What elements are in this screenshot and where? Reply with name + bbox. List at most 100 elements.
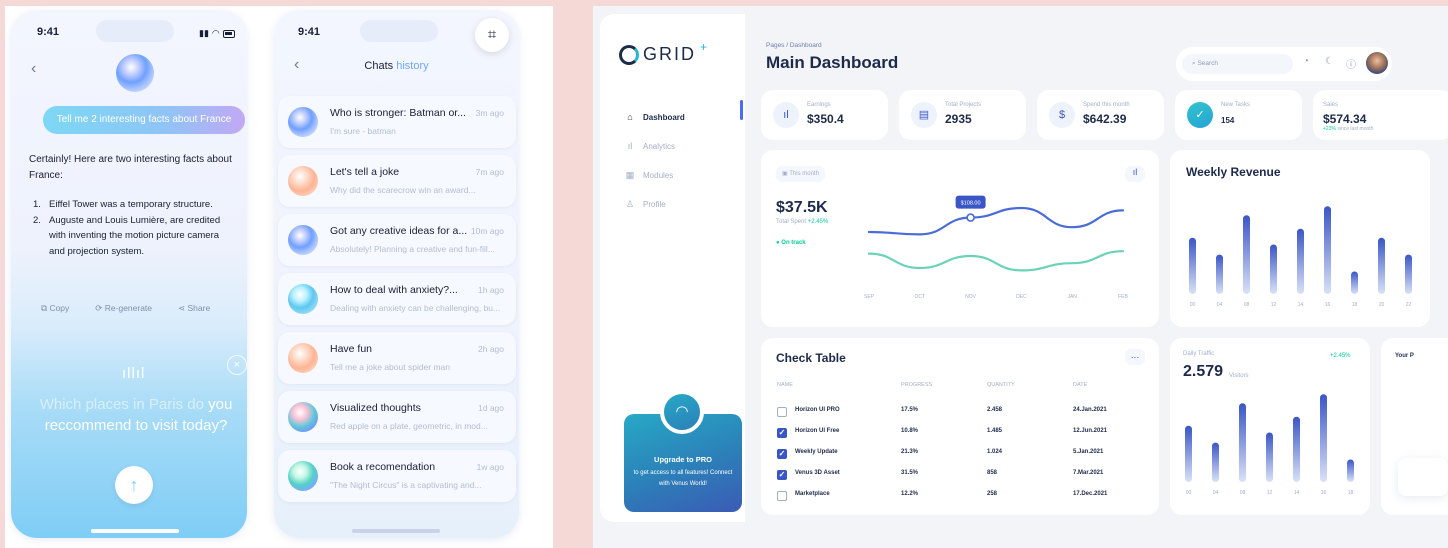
- chat-timestamp: 2h ago: [478, 344, 504, 354]
- bar: [1347, 459, 1354, 482]
- chats-history-phone: 9:41 ⌗ ‹ Chats history Who is stronger: …: [274, 10, 519, 538]
- total-spent-label: Total Spent +2.45%: [776, 219, 829, 225]
- row-checkbox[interactable]: [777, 407, 787, 417]
- chat-history-item[interactable]: Have fun Tell me a joke about spider man 2…: [278, 332, 516, 384]
- chat-orb-icon: [288, 284, 318, 314]
- share-button[interactable]: ⋖ Share: [178, 303, 210, 314]
- line-x-tick: FEB: [1118, 294, 1128, 300]
- chat-history-item[interactable]: Visualized thoughts Red apple on a plate,…: [278, 391, 516, 443]
- row-progress: 10.8%: [901, 428, 919, 434]
- row-checkbox[interactable]: ✓: [777, 449, 787, 459]
- bar: [1212, 442, 1219, 482]
- page-title: Main Dashboard: [766, 53, 899, 72]
- bar-x-tick: 16: [1325, 302, 1331, 308]
- bar: [1270, 244, 1277, 294]
- sidebar-item-modules[interactable]: ▦ Modules: [625, 170, 674, 181]
- back-arrow-icon[interactable]: ‹: [31, 60, 36, 78]
- copy-button[interactable]: ⧉ Copy: [41, 303, 69, 314]
- bar-x-tick: 18: [1348, 490, 1354, 496]
- user-icon: ♙: [625, 199, 635, 209]
- stat-card-projects: ▤ Total Projects 2935: [899, 90, 1026, 140]
- total-spent-value: $37.5K: [776, 199, 828, 216]
- home-indicator: [352, 529, 440, 533]
- chart-options-button[interactable]: ıl: [1125, 166, 1145, 182]
- bar-x-tick: 14: [1294, 490, 1300, 496]
- list-item: 1. Eiffel Tower was a temporary structure…: [33, 199, 213, 210]
- chat-history-item[interactable]: Book a recomendation "The Night Circus" i…: [278, 450, 516, 502]
- send-button[interactable]: ↑: [115, 466, 153, 504]
- weekly-revenue-chart: 00 04 08 12 14 16 18 20 22: [1189, 206, 1412, 308]
- sidebar-item-profile[interactable]: ♙ Profile: [625, 199, 666, 210]
- chat-title: Book a recomendation: [330, 461, 436, 473]
- info-icon[interactable]: ⓘ: [1346, 56, 1356, 71]
- chat-history-item[interactable]: Who is stronger: Batman or... I'm sure - …: [278, 96, 516, 148]
- chat-orb-icon: [288, 107, 318, 137]
- bar: [1405, 254, 1412, 294]
- document-icon: ▤: [911, 102, 937, 128]
- scan-button[interactable]: ⌗: [475, 18, 509, 52]
- bar: [1239, 403, 1246, 482]
- bar: [1216, 254, 1223, 294]
- search-input[interactable]: ⌕ Search: [1182, 54, 1293, 74]
- row-quantity: 1.024: [987, 449, 1003, 455]
- chat-title: Who is stronger: Batman or...: [330, 107, 466, 119]
- signal-icon: ▮▮: [199, 28, 209, 38]
- column-header-name: NAME: [777, 382, 793, 388]
- scan-icon: ⌗: [487, 26, 497, 43]
- sidebar-item-dashboard[interactable]: ⌂ Dashboard: [625, 112, 685, 122]
- upgrade-logo-icon: ◠: [660, 390, 704, 434]
- bar: [1324, 206, 1331, 294]
- check-table-title: Check Table: [776, 351, 846, 365]
- line-point-marker[interactable]: [966, 213, 975, 222]
- daily-traffic-title: Daily Traffic: [1183, 351, 1215, 357]
- moon-icon[interactable]: ☾: [1325, 56, 1334, 67]
- chat-history-item[interactable]: Let's tell a joke Why did the scarecrow w…: [278, 155, 516, 207]
- chat-timestamp: 1d ago: [478, 403, 504, 413]
- chat-timestamp: 7m ago: [475, 167, 504, 177]
- spending-line-chart: $108.00 SEP OCT NOV DEC JAN FEB: [864, 195, 1129, 300]
- regenerate-button[interactable]: ⟳ Re-generate: [95, 303, 152, 314]
- chat-history-item[interactable]: How to deal with anxiety?... Dealing with…: [278, 273, 516, 325]
- status-time: 9:41: [37, 26, 60, 38]
- row-name: Marketplace: [795, 491, 830, 497]
- assistant-reply-intro: Certainly! Here are two interesting fact…: [29, 154, 232, 181]
- column-header-progress: PROGRESS: [901, 382, 933, 388]
- close-icon[interactable]: ×: [227, 355, 247, 375]
- row-checkbox[interactable]: ✓: [777, 428, 787, 438]
- status-time: 9:41: [298, 26, 321, 38]
- chat-timestamp: 3m ago: [475, 108, 504, 118]
- chat-phone: 9:41 ▮▮ ◠ ‹ Tell me 2 interesting facts a…: [11, 10, 247, 538]
- bar-x-tick: 12: [1267, 490, 1273, 496]
- pie-chart-title: Your P: [1395, 353, 1414, 359]
- bar-x-tick: 08: [1244, 302, 1250, 308]
- avatar[interactable]: [1366, 52, 1388, 74]
- chat-history-item[interactable]: Got any creative ideas for a... Absolutel…: [278, 214, 516, 266]
- row-date: 17.Dec.2021: [1073, 491, 1108, 497]
- date-range-button[interactable]: ▣ This month: [776, 166, 825, 182]
- status-icons: ▮▮ ◠: [199, 28, 235, 39]
- dynamic-island: [96, 20, 174, 42]
- chat-preview: I'm sure - batman: [330, 126, 396, 136]
- row-date: 12.Jun.2021: [1073, 428, 1108, 434]
- chat-orb-icon: [288, 343, 318, 373]
- upgrade-subtitle: to get access to all features! Connect w…: [633, 470, 733, 487]
- row-checkbox[interactable]: ✓: [777, 470, 787, 480]
- share-icon: ⋖: [178, 303, 188, 313]
- row-progress: 17.5%: [901, 407, 919, 413]
- more-options-button[interactable]: …: [1125, 349, 1145, 365]
- pie-legend-box: [1398, 458, 1448, 496]
- bar-x-tick: 22: [1406, 302, 1412, 308]
- top-toolbar: ⌕ Search ◔ ☾ ⓘ: [1176, 47, 1392, 81]
- sidebar-item-analytics[interactable]: ıl Analytics: [625, 141, 675, 151]
- bar-x-tick: 20: [1379, 302, 1385, 308]
- chat-preview: Red apple on a plate, geometric, in mod.…: [330, 421, 488, 431]
- row-checkbox[interactable]: [777, 491, 787, 501]
- bell-icon[interactable]: ◔: [1303, 56, 1309, 67]
- bar: [1185, 425, 1192, 482]
- bar: [1297, 228, 1304, 294]
- active-nav-indicator: [740, 100, 743, 120]
- daily-traffic-chart: 00 04 08 12 14 16 18: [1185, 394, 1354, 496]
- upgrade-card[interactable]: ◠ Upgrade to PRO to get access to all fe…: [624, 390, 742, 512]
- stat-card-spend: $ Spend this month $642.39: [1037, 90, 1164, 140]
- battery-icon: [222, 29, 235, 38]
